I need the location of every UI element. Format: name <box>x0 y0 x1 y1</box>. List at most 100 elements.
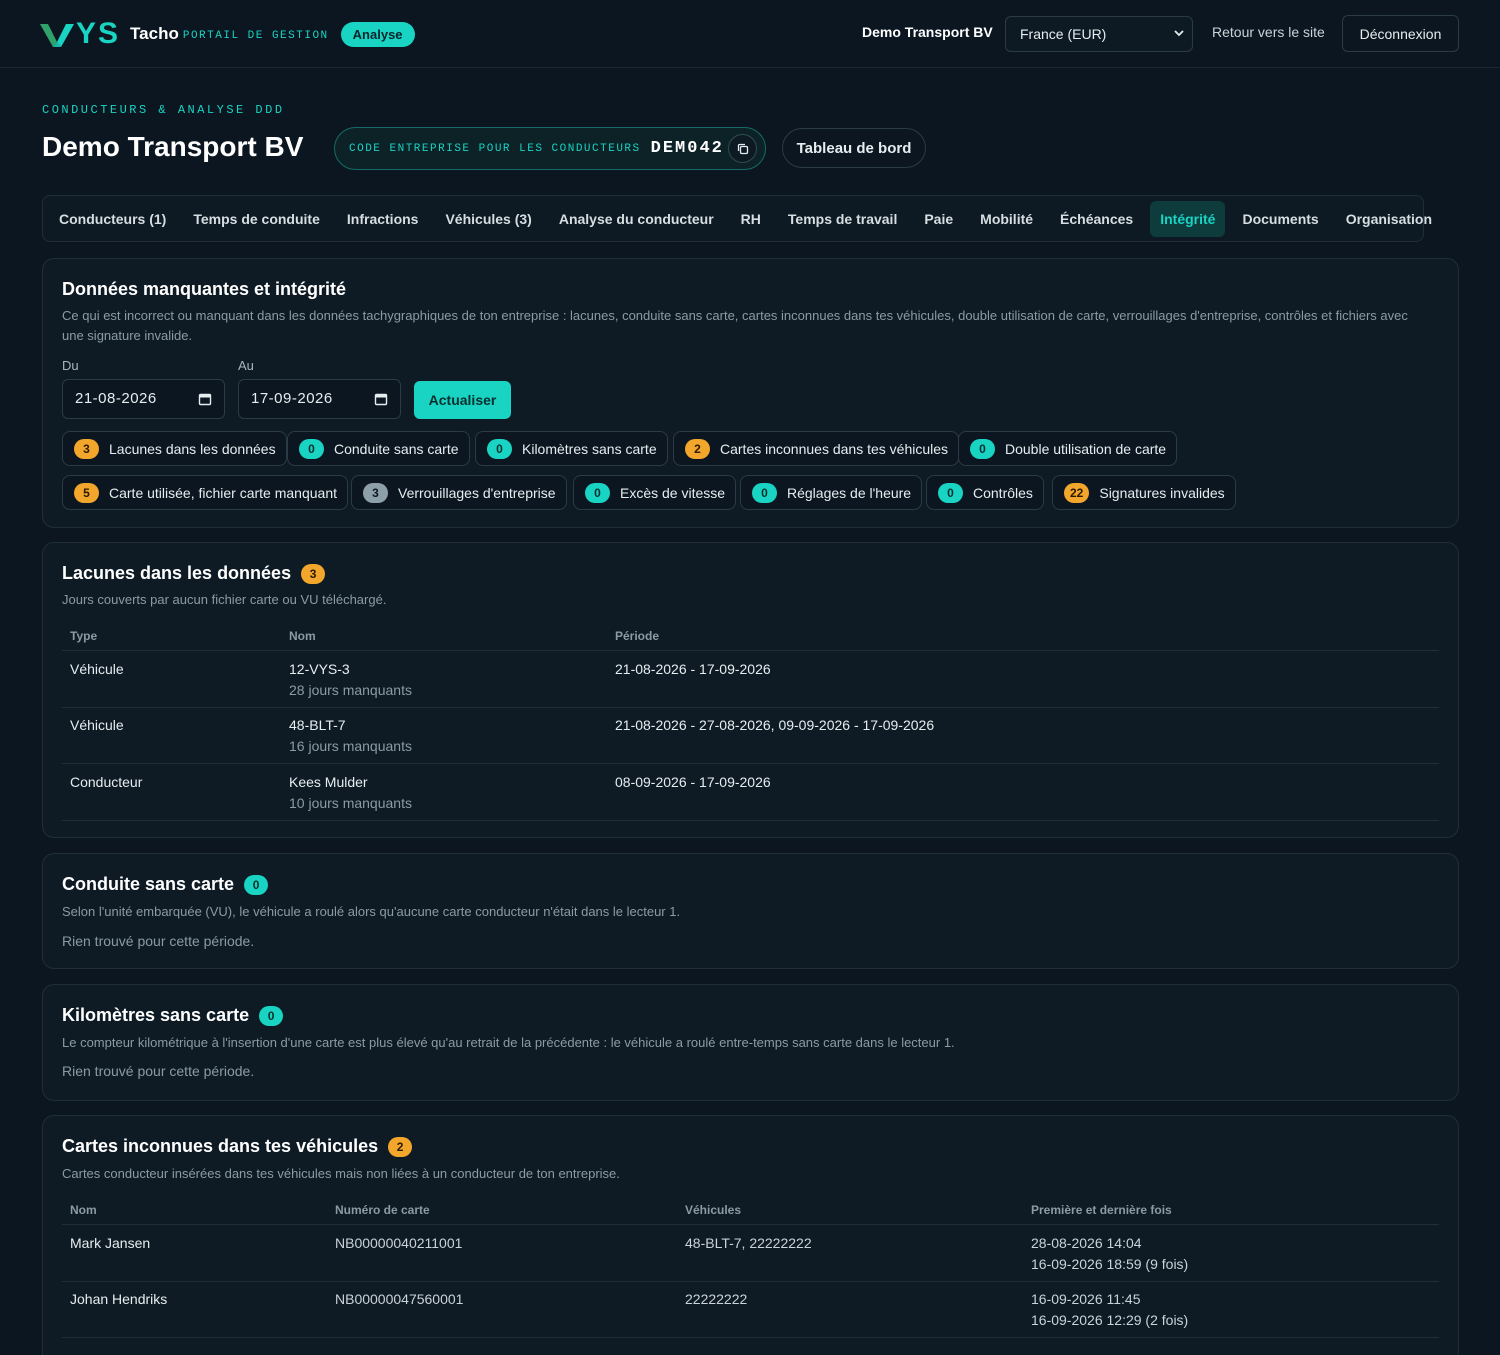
brand-logo[interactable]: YS Tacho PORTAIL DE GESTION Analyse <box>40 18 415 50</box>
row-card-number: NB00000040211001 <box>335 1235 463 1251</box>
chip-count: 0 <box>970 438 995 459</box>
chip-driving-no-card[interactable]: 0 Conduite sans carte <box>287 431 470 466</box>
km-no-card-description: Le compteur kilométrique à l'insertion d… <box>62 1035 955 1050</box>
tab-organisation[interactable]: Organisation <box>1336 201 1442 237</box>
chip-overspeed[interactable]: 0 Excès de vitesse <box>573 475 737 510</box>
chip-data-gaps[interactable]: 3 Lacunes dans les données <box>62 431 287 466</box>
km-no-card-title: Kilomètres sans carte 0 <box>62 1005 284 1026</box>
tab-analyse-conducteur[interactable]: Analyse du conducteur <box>549 201 724 237</box>
tab-integrite[interactable]: Intégrité <box>1150 200 1226 237</box>
to-date-input[interactable]: 17-09-2026 <box>238 379 401 419</box>
unknown-cards-card: Cartes inconnues dans tes véhicules 2 Ca… <box>42 1115 1459 1355</box>
to-date-value: 17-09-2026 <box>251 390 333 407</box>
chip-count: 0 <box>487 438 512 459</box>
tab-paie[interactable]: Paie <box>914 201 963 237</box>
tab-rh[interactable]: RH <box>731 201 771 237</box>
row-vehicles: 48-BLT-7, 22222222 <box>685 1235 812 1251</box>
table-divider <box>62 763 1439 764</box>
tab-documents[interactable]: Documents <box>1232 201 1328 237</box>
logo-text: YS <box>76 17 121 50</box>
data-gaps-description: Jours couverts par aucun fichier carte o… <box>62 592 387 607</box>
chip-count: 0 <box>938 482 963 503</box>
column-header-type: Type <box>70 629 98 643</box>
tab-conducteurs[interactable]: Conducteurs (1) <box>49 201 176 237</box>
unknown-cards-title: Cartes inconnues dans tes véhicules 2 <box>62 1136 413 1157</box>
chip-time-adjustments[interactable]: 0 Réglages de l'heure <box>740 475 923 510</box>
dashboard-button[interactable]: Tableau de bord <box>782 128 926 168</box>
chip-km-no-card[interactable]: 0 Kilomètres sans carte <box>475 431 668 466</box>
logo-v-icon <box>40 24 74 47</box>
company-code-box: CODE ENTREPRISE POUR LES CONDUCTEURS DEM… <box>334 127 766 170</box>
chevron-down-icon <box>1174 30 1184 37</box>
tab-vehicules[interactable]: Véhicules (3) <box>435 201 541 237</box>
km-no-card-count-badge: 0 <box>259 1005 284 1026</box>
row-first-seen: 28-08-2026 14:04 <box>1031 1235 1142 1251</box>
chip-count: 0 <box>752 482 777 503</box>
no-card-description: Selon l'unité embarquée (VU), le véhicul… <box>62 904 681 919</box>
chip-invalid-signatures[interactable]: 22 Signatures invalides <box>1052 475 1236 510</box>
chip-count: 3 <box>363 482 388 503</box>
row-name: 12-VYS-3 <box>289 661 350 677</box>
table-divider <box>62 650 1439 651</box>
row-missing-days: 28 jours manquants <box>289 682 412 698</box>
row-missing-days: 10 jours manquants <box>289 795 412 811</box>
tab-infractions[interactable]: Infractions <box>337 201 429 237</box>
company-code-label: CODE ENTREPRISE POUR LES CONDUCTEURS <box>349 142 641 155</box>
row-type: Conducteur <box>70 774 143 790</box>
chip-label: Kilomètres sans carte <box>522 440 657 457</box>
table-divider <box>62 1281 1439 1282</box>
refresh-button[interactable]: Actualiser <box>414 381 511 419</box>
country-select[interactable]: France (EUR) <box>1005 16 1193 52</box>
chip-label: Lacunes dans les données <box>109 440 276 457</box>
row-first-seen: 16-09-2026 11:45 <box>1031 1291 1141 1307</box>
chip-label: Conduite sans carte <box>334 440 459 457</box>
logout-button[interactable]: Déconnexion <box>1342 15 1459 52</box>
row-card-number: NB00000047560001 <box>335 1291 464 1307</box>
chip-label: Carte utilisée, fichier carte manquant <box>109 484 337 501</box>
chip-label: Contrôles <box>973 484 1033 501</box>
no-card-title: Conduite sans carte 0 <box>62 874 269 895</box>
row-period: 21-08-2026 - 27-08-2026, 09-09-2026 - 17… <box>615 717 935 733</box>
section-tabs: Conducteurs (1) Temps de conduite Infrac… <box>42 195 1432 242</box>
copy-code-button[interactable] <box>728 134 757 163</box>
chip-controls[interactable]: 0 Contrôles <box>926 475 1044 510</box>
top-company-name: Demo Transport BV <box>862 24 993 40</box>
chip-company-locks[interactable]: 3 Verrouillages d'entreprise <box>351 475 567 510</box>
brand-name: Tacho <box>130 24 179 43</box>
chip-label: Excès de vitesse <box>620 484 726 501</box>
row-last-seen: 16-09-2026 18:59 (9 fois) <box>1031 1256 1189 1272</box>
chip-label: Double utilisation de carte <box>1005 440 1167 457</box>
km-no-card-card: Kilomètres sans carte 0 Le compteur kilo… <box>42 984 1459 1101</box>
chip-unknown-cards[interactable]: 2 Cartes inconnues dans tes véhicules <box>673 431 960 466</box>
chip-count: 3 <box>74 438 99 459</box>
chip-label: Réglages de l'heure <box>787 484 912 501</box>
row-period: 08-09-2026 - 17-09-2026 <box>615 774 771 790</box>
chip-card-file-missing[interactable]: 5 Carte utilisée, fichier carte manquant <box>62 475 348 510</box>
analyse-pill[interactable]: Analyse <box>340 21 415 47</box>
row-vehicles: 22222222 <box>685 1291 748 1307</box>
tab-temps-de-conduite[interactable]: Temps de conduite <box>183 201 330 237</box>
to-label: Au <box>238 358 254 373</box>
copy-icon <box>737 143 748 154</box>
unknown-cards-count-badge: 2 <box>388 1136 413 1157</box>
column-header-period: Période <box>615 629 660 643</box>
tab-echeances[interactable]: Échéances <box>1050 201 1143 237</box>
data-gaps-count-badge: 3 <box>301 563 326 584</box>
from-date-input[interactable]: 21-08-2026 <box>62 379 225 419</box>
brand-subtitle: PORTAIL DE GESTION <box>182 29 329 42</box>
row-name: Mark Jansen <box>70 1235 151 1251</box>
tab-temps-de-travail[interactable]: Temps de travail <box>778 201 907 237</box>
column-header-first-last: Première et dernière fois <box>1031 1203 1172 1217</box>
table-divider <box>62 1224 1439 1225</box>
row-name: 48-BLT-7 <box>289 717 346 733</box>
chip-double-card-use[interactable]: 0 Double utilisation de carte <box>958 431 1178 466</box>
row-type: Véhicule <box>70 661 124 677</box>
tab-mobilite[interactable]: Mobilité <box>970 201 1043 237</box>
back-to-site-link[interactable]: Retour vers le site <box>1212 24 1325 40</box>
row-type: Véhicule <box>70 717 124 733</box>
chip-count: 0 <box>299 438 324 459</box>
column-header-name: Nom <box>289 629 316 643</box>
chip-label: Cartes inconnues dans tes véhicules <box>720 440 949 457</box>
km-no-card-empty-state: Rien trouvé pour cette période. <box>62 1063 255 1079</box>
column-header-vehicles: Véhicules <box>685 1203 742 1217</box>
